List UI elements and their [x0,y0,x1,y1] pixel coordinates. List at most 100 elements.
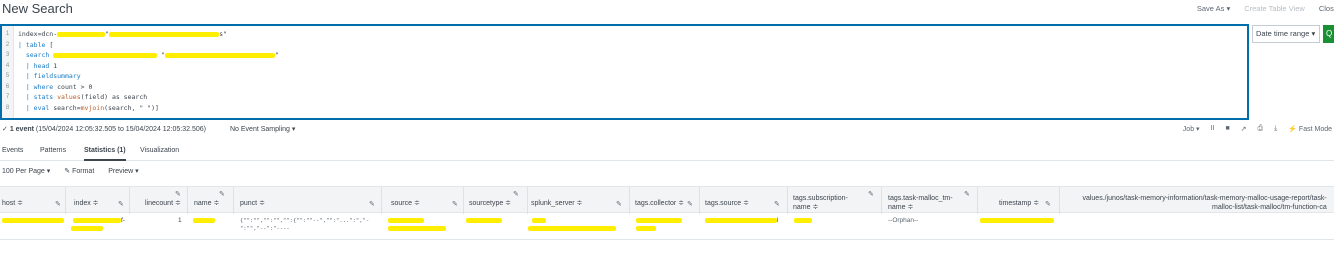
column-header-values[interactable]: values./junos/task-memory-information/ta… [1060,187,1334,214]
redaction-mark [794,217,812,223]
cell-sourcetype [464,213,528,240]
redaction-mark [73,217,121,223]
results-toolbar: 100 Per Page ▾ ✎ Format Preview ▾ [0,167,139,175]
redaction-mark [193,217,215,223]
pause-icon[interactable]: II [1211,125,1215,133]
tab-events[interactable]: Events [2,147,23,154]
results-tabs: Events Patterns Statistics (1) Visualiza… [0,147,1334,161]
job-controls: Job ▾ II ■ ↗ ⎙ ⤓ ⚡ Fast Mode [1183,125,1332,133]
cell-tags-collector [630,213,700,240]
column-header-tags-source[interactable]: tags.source ≑ ✎ [700,187,788,214]
redaction-mark [53,52,158,58]
stop-icon[interactable]: ■ [1225,125,1229,133]
top-bar: New Search Save As ▾ Create Table View C… [0,0,1334,20]
export-icon[interactable]: ⤓ [1274,125,1277,133]
redaction-mark [532,217,546,223]
search-editor[interactable]: 1 2 3 4 5 6 7 8 index=dcn- " s" | table [ … [0,24,1249,120]
search-query-code[interactable]: index=dcn- " s" | table [ search " " | head… [18,29,279,113]
event-count: ✓ 1 event (15/04/2024 12:05:32.505 to 15… [2,126,206,133]
tab-patterns[interactable]: Patterns [40,147,66,154]
check-icon: ✓ [2,126,8,133]
top-actions: Save As ▾ Create Table View Close [1197,4,1334,13]
edit-icon[interactable]: ✎ [219,190,225,198]
create-table-view-button[interactable]: Create Table View [1244,4,1305,13]
code-line: | stats values(field) as search [25,93,148,101]
share-icon[interactable]: ↗ [1241,125,1247,133]
line-number-gutter: 1 2 3 4 5 6 7 8 [2,26,14,118]
column-header-tags-collector[interactable]: tags.collector ≑ ✎ [630,187,700,214]
save-as-button[interactable]: Save As ▾ [1197,4,1230,13]
redaction-mark [636,225,656,231]
code-line: index=dcn- " s" [18,30,227,38]
column-header-sourcetype[interactable]: sourcetype ≑ ✎ [464,187,528,214]
page-title: New Search [2,1,73,16]
line-number: 5 [5,73,10,79]
table-header: host ≑ ✎ index ≑ ✎ linecount ≑ ✎ name ≑ … [0,186,1334,214]
redaction-mark [165,52,276,58]
redaction-mark [57,31,106,37]
time-range-picker[interactable]: Date time range ▾ [1252,25,1320,43]
cell-tags-source: l [700,213,788,240]
redaction-mark [388,217,424,223]
cell-tags-subscription-name [788,213,882,240]
column-header-name[interactable]: name ≑ ✎ [188,187,234,214]
edit-icon[interactable]: ✎ [55,200,61,208]
column-header-tags-subscription-name[interactable]: tags.subscription-name ≑ ✎ [788,187,882,214]
edit-icon[interactable]: ✎ [513,190,519,198]
line-number: 3 [5,52,10,58]
code-line: | eval search=mvjoin(search, " ")] [25,103,159,112]
column-header-source[interactable]: source ≑ ✎ [382,187,464,214]
redaction-mark [109,31,220,37]
format-button[interactable]: ✎ Format [64,167,94,175]
column-header-splunk-server[interactable]: splunk_server ≑ ✎ [528,187,630,214]
cell-host [0,213,66,240]
column-header-punct[interactable]: punct ≑ ✎ [234,187,382,214]
edit-icon[interactable]: ✎ [964,190,970,198]
tab-statistics[interactable]: Statistics (1) [84,147,126,161]
edit-icon[interactable]: ✎ [369,200,375,208]
redaction-mark [705,217,777,223]
edit-icon[interactable]: ✎ [118,200,124,208]
line-number: 1 [5,31,10,37]
redaction-mark [980,217,1054,223]
cell-index: f- [66,213,130,240]
edit-icon[interactable]: ✎ [687,200,693,208]
job-menu[interactable]: Job ▾ [1183,125,1200,133]
print-icon[interactable]: ⎙ [1258,125,1264,133]
cell-punct: {"":"","":"","":{"":""--","":"...":","- … [240,218,370,232]
job-status-bar: ✓ 1 event (15/04/2024 12:05:32.505 to 15… [0,125,1334,137]
edit-icon[interactable]: ✎ [616,200,622,208]
code-line: | table [ [18,40,54,49]
edit-icon[interactable]: ✎ [1045,200,1051,208]
event-sampling-dropdown[interactable]: No Event Sampling ▾ [230,125,295,133]
column-header-linecount[interactable]: linecount ≑ ✎ [130,187,188,214]
preview-dropdown[interactable]: Preview ▾ [108,167,138,175]
line-number: 6 [5,83,10,90]
redaction-mark [2,217,64,223]
search-button[interactable]: Q [1323,25,1334,43]
cell-timestamp [978,213,1060,240]
column-header-timestamp[interactable]: timestamp ≑ ✎ [978,187,1060,214]
line-number: 4 [5,62,10,69]
edit-icon[interactable]: ✎ [175,190,181,198]
code-line: | fieldsummary [25,72,81,80]
search-mode-dropdown[interactable]: ⚡ Fast Mode [1288,125,1332,133]
tab-visualization[interactable]: Visualization [140,147,179,154]
column-header-index[interactable]: index ≑ ✎ [66,187,130,214]
statistics-table: host ≑ ✎ index ≑ ✎ linecount ≑ ✎ name ≑ … [0,186,1334,240]
code-line: search " " [25,51,279,59]
cell-values [1060,213,1334,240]
cell-linecount: 1 [178,217,182,224]
cell-source [382,213,464,240]
redaction-mark [71,225,103,231]
column-header-host[interactable]: host ≑ ✎ [0,187,66,214]
edit-icon[interactable]: ✎ [868,190,874,198]
column-header-tags-task-malloc-name[interactable]: tags.task-malloc_tm-name ≑ ✎ [882,187,978,214]
code-line: | head 1 [25,61,58,70]
per-page-dropdown[interactable]: 100 Per Page ▾ [2,167,50,175]
close-button[interactable]: Close [1319,4,1334,13]
redaction-mark [636,217,682,223]
edit-icon[interactable]: ✎ [774,200,780,208]
line-number: 7 [5,94,10,100]
edit-icon[interactable]: ✎ [452,200,458,208]
